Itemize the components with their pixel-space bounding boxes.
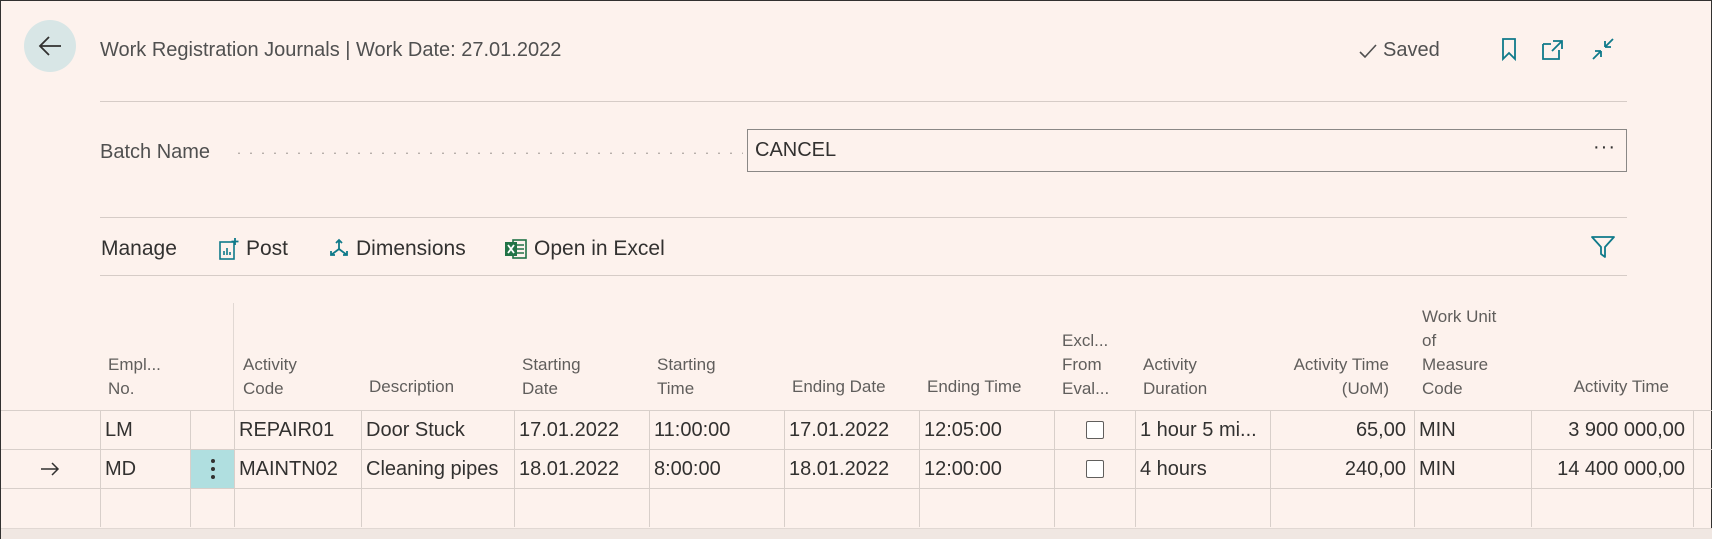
excl-from-eval-checkbox[interactable]	[1086, 421, 1104, 439]
back-button[interactable]	[24, 20, 76, 72]
cell-excl-from-eval	[1054, 450, 1135, 488]
cell-employee-no[interactable]	[100, 489, 190, 527]
col-header-activity-time[interactable]: Activity Time	[1541, 375, 1669, 399]
saved-status: Saved	[1357, 39, 1440, 62]
arrow-left-icon	[38, 36, 61, 56]
open-in-new-window-icon[interactable]	[1539, 35, 1567, 63]
cell-activity-time[interactable]: 14 400 000,00	[1531, 450, 1693, 488]
cell-activity-time[interactable]	[1531, 489, 1693, 527]
actions-bottom-divider	[100, 275, 1627, 276]
batch-name-label: Batch Name	[100, 141, 211, 163]
excel-icon	[505, 239, 527, 259]
cell-activity-code[interactable]	[234, 489, 361, 527]
header-divider	[100, 101, 1627, 102]
current-row-arrow-icon	[41, 462, 60, 476]
field-leader-dots	[233, 152, 743, 154]
manage-label: Manage	[101, 237, 177, 260]
col-header-ending-time[interactable]: Ending Time	[927, 375, 1022, 399]
cell-excl-from-eval[interactable]	[1054, 489, 1135, 527]
cell-activity-code[interactable]: REPAIR01	[234, 411, 361, 449]
dimensions-icon	[330, 238, 348, 256]
col-header-activity-code[interactable]: Activity Code	[243, 353, 297, 401]
cell-ending-date[interactable]	[784, 489, 919, 527]
cell-starting-time[interactable]	[649, 489, 784, 527]
cell-description[interactable]: Cleaning pipes	[361, 450, 514, 488]
cell-filler	[1693, 450, 1712, 488]
cell-activity-time-uom[interactable]: 240,00	[1270, 450, 1414, 488]
page: Work Registration Journals | Work Date: …	[0, 0, 1712, 539]
col-header-description[interactable]: Description	[369, 375, 454, 399]
col-header-activity-time-uom[interactable]: Activity Time (UoM)	[1271, 353, 1389, 401]
col-header-excl-from-eval[interactable]: Excl... From Eval...	[1062, 329, 1109, 401]
cell-ending-time[interactable]	[919, 489, 1054, 527]
col-header-ending-date[interactable]: Ending Date	[792, 375, 886, 399]
col-header-employee-no[interactable]: Empl... No.	[108, 353, 161, 401]
checkmark-icon	[1359, 43, 1377, 58]
actions-top-divider	[100, 217, 1627, 218]
post-icon	[219, 238, 239, 260]
col-header-starting-time[interactable]: Starting Time	[657, 353, 716, 401]
cell-work-unit-code[interactable]: MIN	[1414, 411, 1531, 449]
cell-starting-date[interactable]: 17.01.2022	[514, 411, 649, 449]
cell-starting-time[interactable]: 11:00:00	[649, 411, 784, 449]
cell-ending-time[interactable]: 12:00:00	[919, 450, 1054, 488]
collapse-icon[interactable]	[1589, 35, 1617, 63]
cell-work-unit-code[interactable]: MIN	[1414, 450, 1531, 488]
cell-activity-duration[interactable]: 1 hour 5 mi...	[1135, 411, 1270, 449]
cell-activity-duration[interactable]: 4 hours	[1135, 450, 1270, 488]
manage-menu[interactable]: Manage	[101, 237, 177, 261]
cell-filler	[1693, 411, 1712, 449]
cell-starting-date[interactable]	[514, 489, 649, 527]
cell-activity-time-uom[interactable]	[1270, 489, 1414, 527]
dimensions-label: Dimensions	[356, 237, 466, 260]
cell-activity-duration[interactable]	[1135, 489, 1270, 527]
batch-name-field[interactable]: CANCEL ···	[747, 129, 1627, 172]
vertical-ellipsis-icon	[210, 459, 215, 479]
cell-work-unit-code[interactable]	[1414, 489, 1531, 527]
cell-employee-no[interactable]: MD	[100, 450, 190, 488]
open-in-excel-label: Open in Excel	[534, 237, 665, 260]
col-header-starting-date[interactable]: Starting Date	[522, 353, 581, 401]
cell-ending-date[interactable]: 18.01.2022	[784, 450, 919, 488]
post-label: Post	[246, 237, 289, 260]
cell-excl-from-eval	[1054, 411, 1135, 449]
cell-ending-time[interactable]: 12:05:00	[919, 411, 1054, 449]
cell-ending-date[interactable]: 17.01.2022	[784, 411, 919, 449]
open-in-excel-button[interactable]: Open in Excel	[504, 237, 665, 261]
bookmark-icon[interactable]	[1495, 35, 1523, 63]
cell-starting-time[interactable]: 8:00:00	[649, 450, 784, 488]
row-menu-button[interactable]	[190, 450, 234, 488]
batch-name-value: CANCEL	[755, 139, 837, 161]
horizontal-scrollbar[interactable]	[1, 528, 1712, 539]
cell-filler	[1693, 489, 1712, 527]
dimensions-button[interactable]: Dimensions	[328, 237, 466, 261]
empty-table-row[interactable]	[1, 489, 1712, 527]
page-title: Work Registration Journals | Work Date: …	[100, 39, 562, 61]
excl-from-eval-checkbox[interactable]	[1086, 460, 1104, 478]
cell-description[interactable]: Door Stuck	[361, 411, 514, 449]
col-header-work-unit-code[interactable]: Work Unit of Measure Code	[1422, 305, 1496, 401]
batch-lookup-button[interactable]: ···	[1593, 136, 1616, 159]
col-header-activity-duration[interactable]: Activity Duration	[1143, 353, 1207, 401]
cell-starting-date[interactable]: 18.01.2022	[514, 450, 649, 488]
cell-activity-time[interactable]: 3 900 000,00	[1531, 411, 1693, 449]
cell-description[interactable]	[361, 489, 514, 527]
cell-employee-no[interactable]: LM	[100, 411, 190, 449]
cell-activity-time-uom[interactable]: 65,00	[1270, 411, 1414, 449]
cell-activity-code[interactable]: MAINTN02	[234, 450, 361, 488]
post-button[interactable]: Post	[218, 237, 288, 261]
saved-label: Saved	[1383, 39, 1440, 61]
row-menu-cell[interactable]	[190, 489, 234, 527]
frozen-column-divider	[233, 303, 234, 410]
filter-icon[interactable]	[1590, 234, 1616, 260]
row-menu-cell[interactable]	[190, 411, 234, 449]
table-row[interactable]: MD MAINTN02 Cleaning pipes 18.01.2022 8:…	[1, 450, 1712, 488]
table-row[interactable]: LM REPAIR01 Door Stuck 17.01.2022 11:00:…	[1, 411, 1712, 449]
